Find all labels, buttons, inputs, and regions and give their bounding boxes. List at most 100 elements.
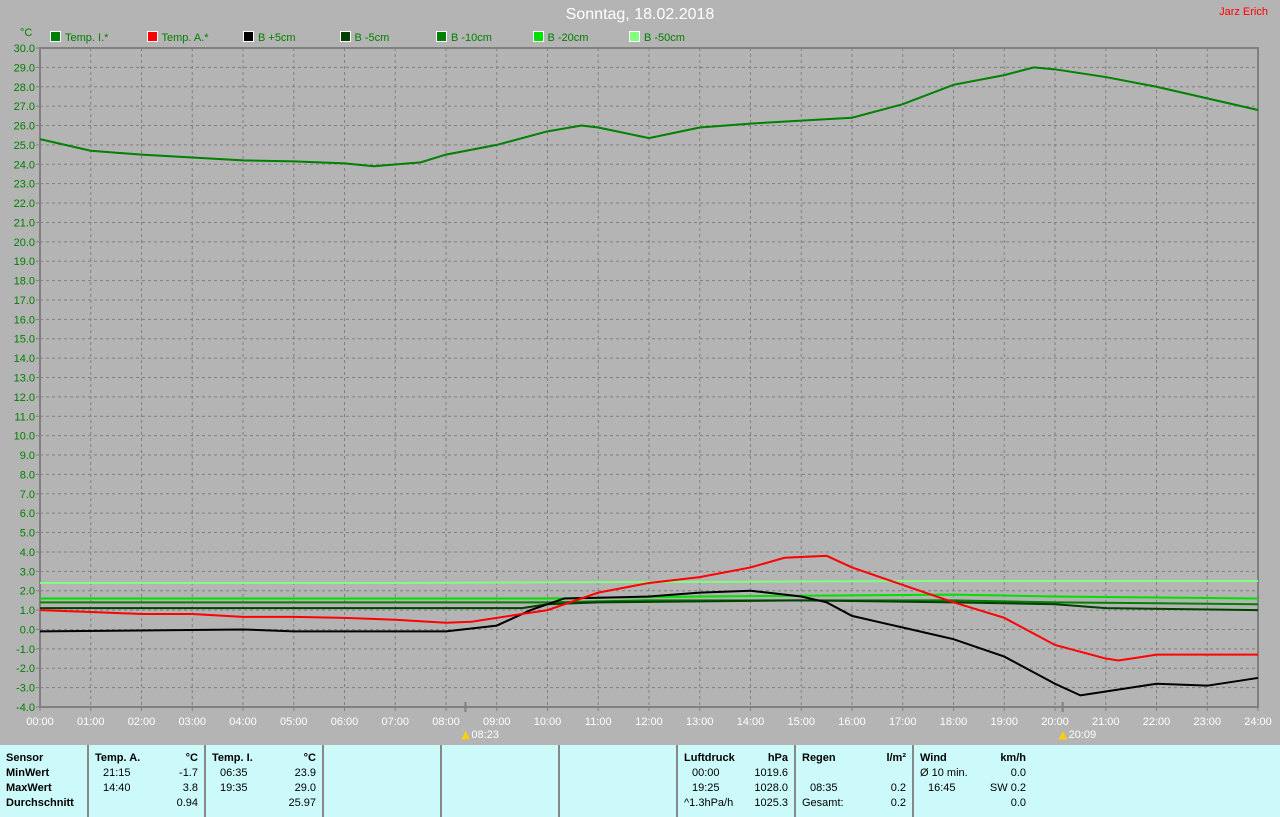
min-time: 00:00 — [692, 767, 720, 779]
x-tick-label: 23:00 — [1193, 716, 1221, 728]
legend-label: B -20cm — [547, 32, 589, 44]
avg-value: 0.94 — [176, 797, 198, 809]
x-tick-label: 02:00 — [128, 716, 156, 728]
y-tick-label: 26.0 — [14, 121, 35, 133]
x-tick-label: 00:00 — [26, 716, 54, 728]
legend-label: Temp. I.* — [65, 32, 109, 44]
y-tick-label: 9.0 — [20, 450, 35, 462]
col-luftdruck: Luftdruck hPa 00:00 1019.6 19:25 1028.0 ^1.… — [678, 745, 796, 817]
row-max: MaxWert — [6, 782, 52, 794]
avg-value: 25.97 — [288, 797, 316, 809]
y-tick-label: 4.0 — [20, 547, 35, 559]
author-label: Jarz Erich — [1219, 6, 1268, 18]
sunrise-time: 08:23 — [471, 729, 499, 741]
max-time: 16:45 — [928, 782, 956, 794]
header-temp-a: Temp. A. — [95, 752, 141, 764]
y-tick-label: 15.0 — [14, 334, 35, 346]
y-tick-label: 25.0 — [14, 140, 35, 152]
col-temp-a: Temp. A. °C 21:15 -1.7 14:40 3.8 0.94 — [89, 745, 206, 817]
max-time: 19:35 — [220, 782, 248, 794]
legend-swatch — [50, 31, 61, 42]
legend-label: B +5cm — [258, 32, 296, 44]
x-tick-label: 08:00 — [432, 716, 460, 728]
y-tick-label: 21.0 — [14, 217, 35, 229]
legend-item: B -5cm — [339, 31, 390, 44]
y-tick-label: -1.0 — [16, 644, 35, 656]
y-tick-label: 16.0 — [14, 314, 35, 326]
x-tick-label: 14:00 — [737, 716, 765, 728]
x-tick-label: 07:00 — [381, 716, 409, 728]
y-tick-label: 0.0 — [20, 624, 35, 636]
x-tick-label: 16:00 — [838, 716, 866, 728]
y-tick-label: 8.0 — [20, 469, 35, 481]
y-tick-label: 10.0 — [14, 431, 35, 443]
unit: hPa — [767, 752, 788, 764]
header-regen: Regen — [802, 752, 836, 764]
y-tick-label: 19.0 — [14, 256, 35, 268]
y-tick-label: -4.0 — [16, 702, 35, 714]
x-tick-label: 17:00 — [889, 716, 917, 728]
legend-label: Temp. A.* — [161, 32, 209, 44]
legend-swatch — [436, 31, 447, 42]
y-tick-label: -3.0 — [16, 683, 35, 695]
x-tick-label: 21:00 — [1092, 716, 1120, 728]
x-tick-label: 03:00 — [178, 716, 206, 728]
header-temp-i: Temp. I. — [212, 752, 253, 764]
chart-title: Sonntag, 18.02.2018 — [565, 6, 715, 23]
y-tick-label: 6.0 — [20, 508, 35, 520]
legend-swatch — [146, 31, 158, 42]
sunset-icon: ▲ — [1059, 728, 1068, 741]
legend-item: B -10cm — [436, 31, 492, 44]
x-tick-label: 06:00 — [331, 716, 359, 728]
min-value: -1.7 — [179, 767, 198, 779]
x-tick-label: 19:00 — [990, 716, 1018, 728]
x-tick-label: 05:00 — [280, 716, 308, 728]
y-tick-label: 23.0 — [14, 179, 35, 191]
max-value: 0.2 — [890, 782, 906, 794]
y-tick-label: -2.0 — [16, 663, 35, 675]
y-tick-label: 18.0 — [14, 276, 35, 288]
col-regen: Regen l/m² 08:35 0.2 Gesamt: 0.2 — [796, 745, 914, 817]
legend-item: Temp. A.* — [146, 31, 209, 44]
x-tick-label: 01:00 — [77, 716, 105, 728]
legend-label: B -50cm — [644, 32, 685, 44]
x-tick-label: 20:00 — [1041, 716, 1069, 728]
y-axis-label: °C — [20, 27, 32, 39]
max-value: SW 0.2 — [989, 782, 1026, 794]
legend-label: B -5cm — [354, 32, 390, 44]
x-tick-label: 10:00 — [534, 716, 562, 728]
y-tick-label: 30.0 — [14, 43, 35, 55]
max-time: 19:25 — [692, 782, 720, 794]
y-tick-label: 29.0 — [14, 62, 35, 74]
y-tick-label: 17.0 — [14, 295, 35, 307]
row-min: MinWert — [6, 767, 50, 779]
y-tick-label: 1.0 — [20, 605, 35, 617]
sunrise-icon: ▲ — [461, 728, 470, 741]
col-temp-i: Temp. I. °C 06:35 23.9 19:35 29.0 25.97 — [206, 745, 324, 817]
max-time: 14:40 — [103, 782, 131, 794]
y-tick-label: 24.0 — [14, 159, 35, 171]
y-tick-label: 28.0 — [14, 82, 35, 94]
unit: °C — [303, 752, 316, 764]
max-value: 29.0 — [294, 782, 316, 794]
unit: °C — [185, 752, 198, 764]
min-value: 1019.6 — [754, 767, 788, 779]
x-tick-label: 18:00 — [940, 716, 968, 728]
col-empty — [442, 745, 560, 817]
legend-swatch — [532, 31, 544, 42]
row-avg: Durchschnitt — [6, 797, 74, 809]
col-wind: Wind km/h Ø 10 min. 0.0 16:45 SW 0.2 0.0 — [914, 745, 1032, 817]
unit: km/h — [1000, 752, 1026, 764]
x-tick-label: 04:00 — [229, 716, 257, 728]
y-tick-label: 13.0 — [14, 373, 35, 385]
legend-item: B +5cm — [243, 31, 296, 44]
y-tick-label: 2.0 — [20, 586, 35, 598]
x-tick-label: 11:00 — [585, 716, 612, 728]
header-luftdruck: Luftdruck — [684, 752, 735, 764]
x-tick-label: 13:00 — [686, 716, 714, 728]
y-tick-label: 27.0 — [14, 101, 35, 113]
y-tick-label: 22.0 — [14, 198, 35, 210]
y-tick-label: 11.0 — [14, 411, 35, 423]
x-tick-label: 24:00 — [1244, 716, 1272, 728]
stats-table: Sensor MinWert MaxWert Durchschnitt Temp… — [0, 745, 1280, 817]
